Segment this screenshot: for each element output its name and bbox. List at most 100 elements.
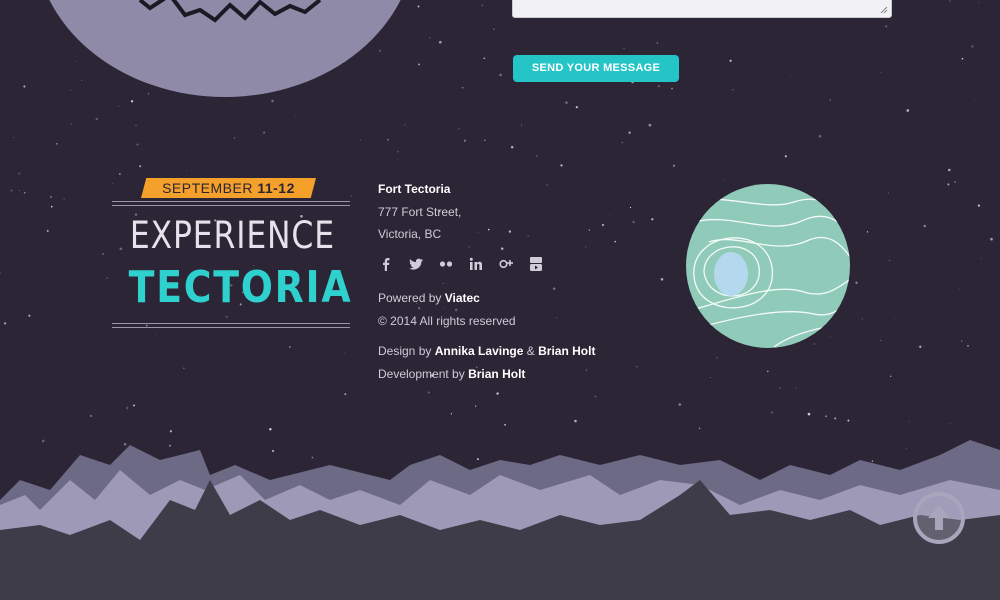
- powered-prefix: Powered by: [378, 291, 442, 305]
- star: [732, 89, 734, 91]
- star: [906, 109, 910, 112]
- facebook-icon[interactable]: [378, 256, 394, 272]
- star: [461, 86, 464, 89]
- star: [959, 287, 960, 289]
- star: [70, 123, 72, 125]
- address-line2: Victoria, BC: [378, 227, 442, 241]
- star: [481, 4, 483, 6]
- star: [483, 57, 486, 60]
- star: [888, 259, 891, 262]
- development-prefix: Development by: [378, 367, 465, 381]
- star: [536, 155, 538, 157]
- star: [136, 143, 139, 146]
- star: [55, 142, 58, 145]
- star: [585, 246, 587, 248]
- star: [961, 57, 964, 60]
- star: [923, 224, 927, 228]
- star: [344, 393, 347, 396]
- star: [866, 231, 869, 233]
- star: [967, 345, 969, 347]
- star: [585, 369, 588, 371]
- star: [716, 357, 718, 359]
- resize-grip-icon[interactable]: [880, 6, 888, 14]
- star: [893, 317, 895, 319]
- star: [89, 414, 93, 418]
- star: [387, 139, 389, 141]
- star: [974, 99, 976, 100]
- star: [130, 100, 134, 103]
- social-links: [378, 256, 544, 272]
- star: [885, 25, 888, 28]
- star: [183, 367, 185, 369]
- divider: [112, 323, 350, 325]
- star: [565, 101, 568, 104]
- star: [575, 106, 578, 109]
- star: [660, 278, 664, 281]
- back-to-top-button[interactable]: [913, 492, 965, 544]
- star: [499, 73, 502, 77]
- google-plus-icon[interactable]: [498, 256, 514, 272]
- star: [947, 183, 950, 186]
- star: [450, 413, 453, 415]
- star: [463, 139, 467, 142]
- star: [671, 87, 673, 90]
- divider: [112, 201, 350, 203]
- star: [588, 229, 591, 231]
- star: [442, 283, 444, 284]
- star: [861, 318, 863, 320]
- star: [454, 308, 458, 312]
- star: [19, 189, 21, 191]
- arrow-up-circle-icon: [928, 505, 950, 530]
- date-ribbon: SEPTEMBER 11-12: [141, 178, 316, 198]
- twitter-icon[interactable]: [408, 256, 424, 272]
- developer-name: Brian Holt: [468, 367, 526, 381]
- linkedin-icon[interactable]: [468, 256, 484, 272]
- star: [125, 406, 129, 410]
- star: [609, 214, 611, 216]
- powered-by-link[interactable]: Viatec: [445, 291, 480, 305]
- star: [427, 391, 430, 394]
- star: [46, 229, 49, 232]
- star: [678, 403, 682, 406]
- star: [601, 223, 605, 227]
- date-prefix: SEPTEMBER: [162, 180, 253, 196]
- event-badge: SEPTEMBER 11-12 EXPERIENCE TECTORIA: [112, 178, 352, 336]
- star: [508, 230, 512, 233]
- star: [12, 136, 14, 138]
- star: [807, 412, 811, 416]
- star: [919, 345, 922, 348]
- message-textarea[interactable]: [512, 0, 892, 18]
- star: [623, 47, 625, 50]
- star: [475, 405, 477, 407]
- star: [493, 28, 495, 30]
- star: [0, 272, 1, 274]
- star: [954, 181, 956, 183]
- mountain-range-illustration: [0, 440, 1000, 600]
- star: [521, 124, 522, 126]
- star: [656, 42, 659, 44]
- star: [18, 172, 21, 175]
- send-message-button[interactable]: SEND YOUR MESSAGE: [513, 55, 679, 82]
- star: [779, 387, 781, 389]
- youtube-icon[interactable]: [528, 256, 544, 272]
- star: [971, 45, 974, 48]
- star: [468, 246, 470, 248]
- star: [185, 169, 187, 171]
- star: [500, 247, 504, 250]
- star: [636, 366, 638, 368]
- star: [102, 252, 105, 256]
- star: [553, 287, 556, 290]
- divider: [112, 327, 350, 329]
- star: [484, 139, 486, 142]
- star: [397, 158, 398, 160]
- star: [527, 235, 529, 237]
- star: [496, 392, 499, 395]
- star: [63, 198, 65, 200]
- flickr-icon[interactable]: [438, 256, 454, 272]
- star: [23, 191, 26, 194]
- star: [710, 377, 711, 378]
- planet-illustration: [686, 184, 850, 348]
- star: [948, 168, 951, 172]
- star: [10, 189, 13, 192]
- star: [139, 165, 142, 168]
